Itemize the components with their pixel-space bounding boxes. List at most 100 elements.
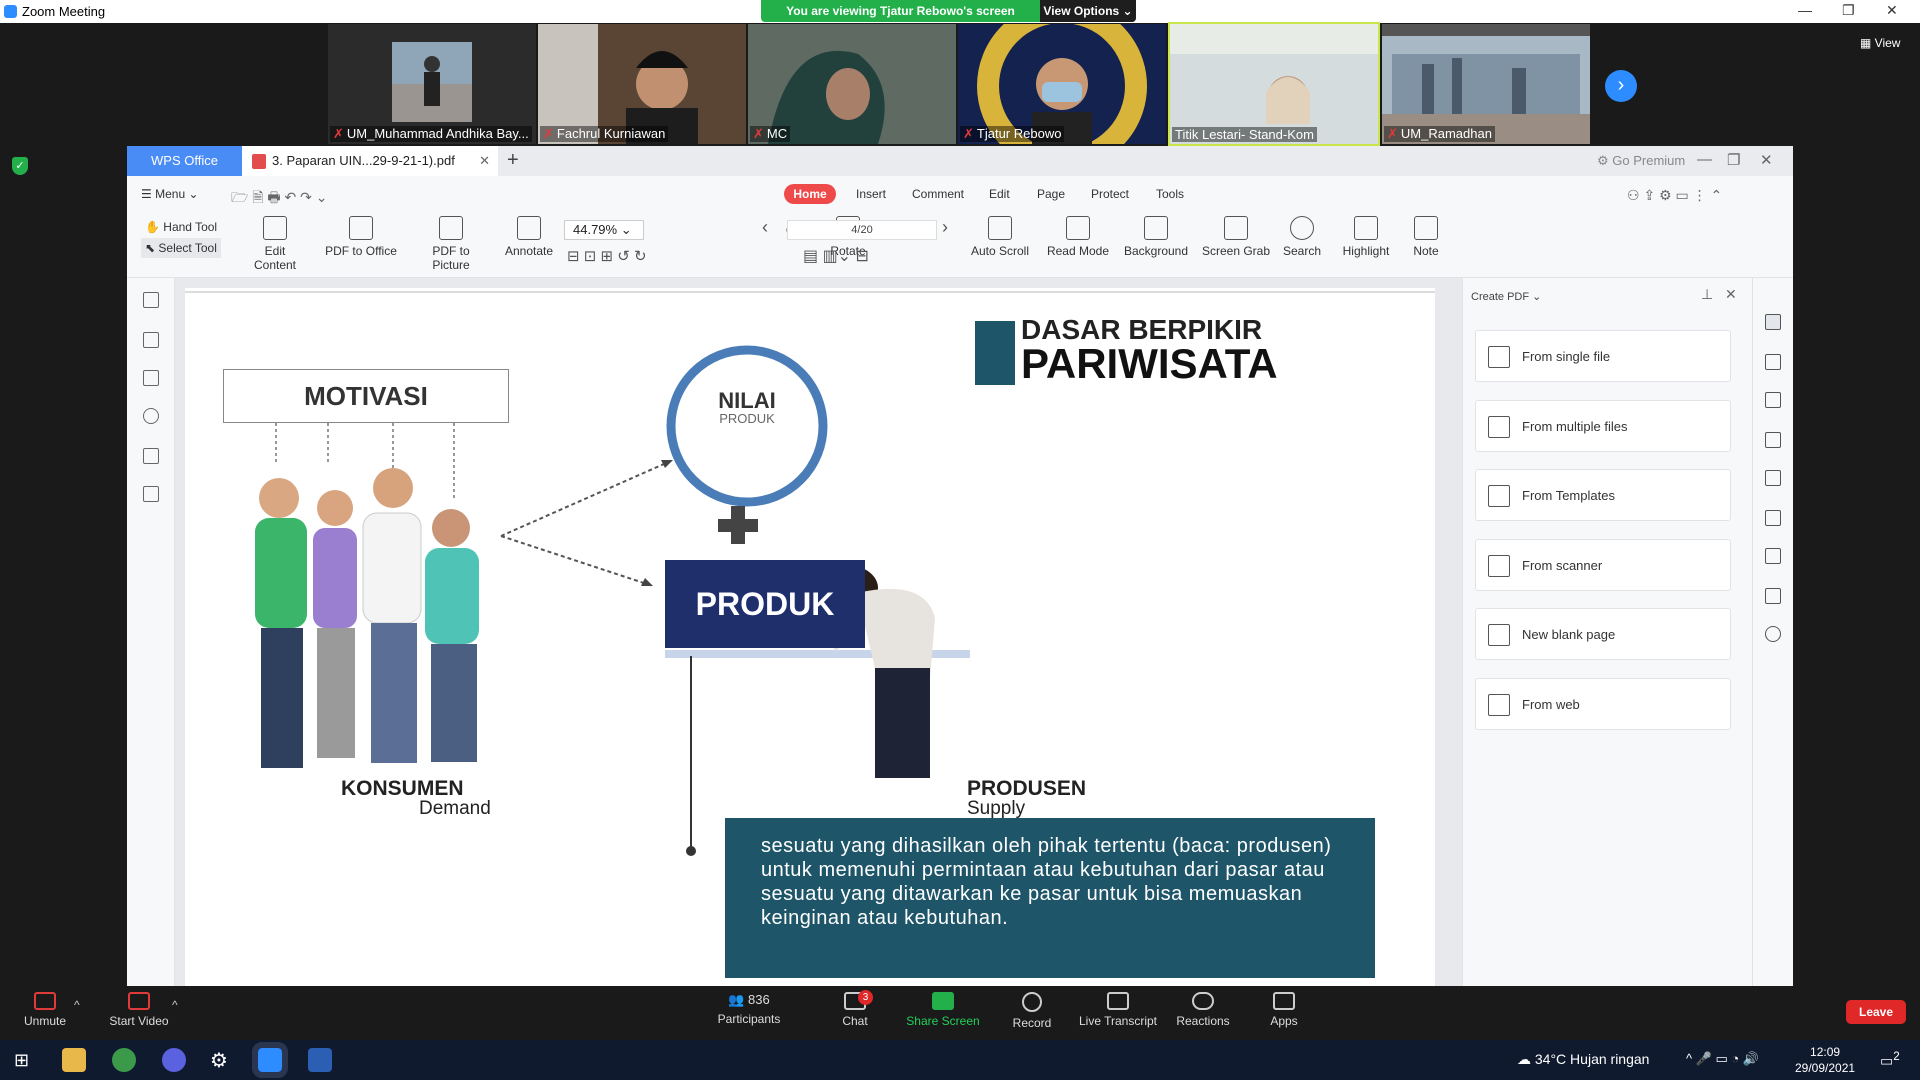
tab-edit[interactable]: Edit bbox=[989, 187, 1010, 201]
split-rail-icon[interactable] bbox=[1765, 510, 1781, 526]
zoom-level-select[interactable]: 44.79% ⌄ bbox=[564, 220, 644, 240]
tab-protect[interactable]: Protect bbox=[1091, 187, 1129, 201]
video-options-caret[interactable]: ^ bbox=[172, 998, 178, 1012]
restore-icon[interactable]: ❐ bbox=[1842, 2, 1855, 19]
from-single-file-button[interactable]: From single file bbox=[1475, 330, 1731, 382]
participants-button[interactable]: 👥 836 Participants bbox=[712, 986, 786, 1026]
tab-insert[interactable]: Insert bbox=[856, 187, 886, 201]
zoom-app-icon[interactable] bbox=[252, 1042, 288, 1078]
highlight-button[interactable]: Highlight bbox=[1333, 212, 1399, 258]
next-participants-button[interactable]: › bbox=[1605, 70, 1637, 102]
edit-content-button[interactable]: Edit Content bbox=[245, 212, 305, 272]
compress-rail-icon[interactable] bbox=[1765, 588, 1781, 604]
page-number-input[interactable]: 4/20 bbox=[787, 220, 937, 240]
start-video-button[interactable]: Start Video bbox=[104, 986, 174, 1028]
system-clock[interactable]: 12:09 29/09/2021 bbox=[1795, 1044, 1855, 1076]
create-pdf-rail-icon[interactable] bbox=[1765, 314, 1781, 330]
page-layout-icons[interactable]: ▤ ▥⌄ ⊟ bbox=[803, 246, 869, 266]
new-tab-button[interactable]: + bbox=[507, 146, 519, 174]
participant-video[interactable]: ✗ UM_Ramadhan bbox=[1382, 24, 1590, 144]
view-button[interactable]: ▦ View bbox=[1860, 36, 1900, 50]
leave-meeting-button[interactable]: Leave bbox=[1846, 1000, 1906, 1024]
comment-icon[interactable] bbox=[143, 370, 159, 386]
prev-page-icon[interactable]: ‹ bbox=[762, 217, 768, 238]
from-templates-button[interactable]: From Templates bbox=[1475, 469, 1731, 521]
live-transcript-button[interactable]: Live Transcript bbox=[1076, 986, 1160, 1028]
close-tab-icon[interactable]: ✕ bbox=[479, 146, 490, 176]
tab-home[interactable]: Home bbox=[784, 184, 836, 204]
participant-name: ✗ MC bbox=[750, 126, 791, 142]
audio-options-caret[interactable]: ^ bbox=[74, 998, 80, 1012]
fit-view-icons[interactable]: ⊟ ⊡ ⊞ ↺ ↻ bbox=[567, 247, 647, 265]
close-icon[interactable]: ✕ bbox=[1886, 2, 1898, 19]
participant-video[interactable]: ✗ UM_Muhammad Andhika Bay... bbox=[328, 24, 536, 144]
hand-tool-button[interactable]: ✋ Hand Tool bbox=[145, 220, 217, 234]
ribbon-right-icons[interactable]: ⚇ ⇪ ⚙ ▭ ⋮ ⌃ bbox=[1627, 187, 1722, 204]
thumbnail-icon[interactable] bbox=[143, 332, 159, 348]
main-menu-button[interactable]: ☰ Menu ⌄ bbox=[141, 187, 199, 201]
wps-restore-icon[interactable]: ❐ bbox=[1727, 151, 1740, 169]
participant-video-active-speaker[interactable]: Titik Lestari- Stand-Kom bbox=[1168, 22, 1380, 146]
auto-scroll-button[interactable]: Auto Scroll bbox=[965, 212, 1035, 258]
review-rail-icon[interactable] bbox=[1765, 432, 1781, 448]
wps-office-tab[interactable]: WPS Office bbox=[127, 146, 242, 176]
view-options-button[interactable]: View Options ⌄ bbox=[1040, 0, 1136, 22]
signature-icon[interactable] bbox=[143, 448, 159, 464]
attachment-icon[interactable] bbox=[143, 408, 159, 424]
print-rail-icon[interactable] bbox=[1765, 548, 1781, 564]
search-button[interactable]: Search bbox=[1277, 212, 1327, 258]
sign-rail-icon[interactable] bbox=[1765, 470, 1781, 486]
annotate-button[interactable]: Annotate bbox=[502, 212, 556, 258]
screen-grab-button[interactable]: Screen Grab bbox=[1201, 212, 1271, 258]
chrome-icon[interactable] bbox=[112, 1048, 136, 1072]
windows-start-icon[interactable]: ⊞ bbox=[14, 1050, 29, 1071]
participant-video[interactable]: ✗ Tjatur Rebowo bbox=[958, 24, 1166, 144]
tab-tools[interactable]: Tools bbox=[1156, 187, 1184, 201]
next-page-icon[interactable]: › bbox=[942, 217, 948, 238]
bookmark-icon[interactable] bbox=[143, 292, 159, 308]
pdf-document-tab[interactable]: 3. Paparan UIN...29-9-21-1).pdf ✕ bbox=[242, 146, 498, 176]
note-button[interactable]: Note bbox=[1401, 212, 1451, 258]
from-scanner-button[interactable]: From scanner bbox=[1475, 539, 1731, 591]
security-shield-icon[interactable]: ✓ bbox=[12, 157, 28, 175]
apps-button[interactable]: Apps bbox=[1264, 986, 1304, 1028]
system-tray-icons[interactable]: ^ 🎤 ▭ ◔ 🔊 bbox=[1686, 1051, 1759, 1067]
note-icon bbox=[1414, 216, 1438, 240]
document-viewport[interactable]: DASAR BERPIKIR PARIWISATA MOTIVASI NILAI… bbox=[175, 278, 1583, 986]
messenger-icon[interactable] bbox=[162, 1048, 186, 1072]
wps-close-icon[interactable]: ✕ bbox=[1760, 151, 1773, 169]
file-explorer-icon[interactable] bbox=[62, 1048, 86, 1072]
notification-center-icon[interactable]: ▭2 bbox=[1880, 1050, 1900, 1070]
quick-access-toolbar[interactable]: 🗁 🗎 🖶 ↶ ↷ ⌄ bbox=[231, 187, 327, 211]
word-icon[interactable] bbox=[308, 1048, 332, 1072]
close-panel-icon[interactable]: ✕ bbox=[1725, 286, 1737, 303]
minimize-icon[interactable]: — bbox=[1798, 2, 1812, 18]
go-premium-button[interactable]: ⚙ Go Premium bbox=[1597, 153, 1685, 169]
tab-comment[interactable]: Comment bbox=[912, 187, 964, 201]
zoom-rail-icon[interactable] bbox=[1765, 626, 1781, 642]
participant-video[interactable]: ✗ MC bbox=[748, 24, 956, 144]
from-multiple-files-button[interactable]: From multiple files bbox=[1475, 400, 1731, 452]
create-pdf-header[interactable]: Create PDF ⌄ bbox=[1471, 290, 1541, 303]
background-button[interactable]: Background bbox=[1119, 212, 1193, 258]
participant-video[interactable]: ✗ Fachrul Kurniawan bbox=[538, 24, 746, 144]
chat-button[interactable]: Chat bbox=[830, 986, 880, 1028]
search-document-icon[interactable] bbox=[143, 486, 159, 502]
read-mode-button[interactable]: Read Mode bbox=[1045, 212, 1111, 258]
pdf-to-office-button[interactable]: PDF to Office bbox=[323, 212, 399, 258]
new-blank-page-button[interactable]: New blank page bbox=[1475, 608, 1731, 660]
tab-page[interactable]: Page bbox=[1037, 187, 1065, 201]
unmute-button[interactable]: Unmute bbox=[14, 986, 76, 1028]
weather-widget[interactable]: ☁ 34°C Hujan ringan bbox=[1517, 1051, 1649, 1068]
pdf-to-picture-button[interactable]: PDF to Picture bbox=[413, 212, 489, 272]
share-screen-button[interactable]: Share Screen bbox=[904, 986, 982, 1028]
edit-rail-icon[interactable] bbox=[1765, 354, 1781, 370]
select-tool-button[interactable]: ⬉ Select Tool bbox=[141, 238, 221, 258]
pin-panel-icon[interactable]: ⊥ bbox=[1701, 286, 1713, 303]
reactions-button[interactable]: Reactions bbox=[1174, 986, 1232, 1028]
export-rail-icon[interactable] bbox=[1765, 392, 1781, 408]
record-button[interactable]: Record bbox=[1010, 986, 1054, 1030]
wps-minimize-icon[interactable]: — bbox=[1697, 151, 1712, 168]
settings-gear-icon[interactable]: ⚙ bbox=[210, 1048, 228, 1073]
from-web-button[interactable]: From web bbox=[1475, 678, 1731, 730]
